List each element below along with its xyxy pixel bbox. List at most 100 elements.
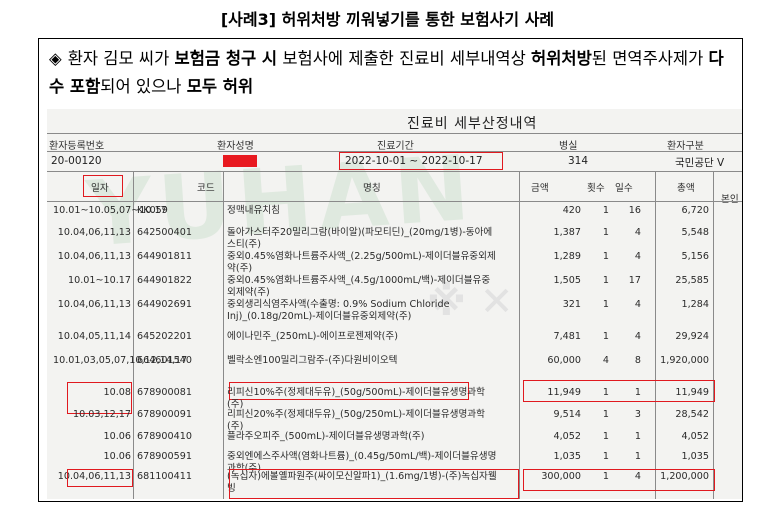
- desc-bold-2: 허위처방: [531, 49, 592, 68]
- reg-no-value: 20-00120: [51, 155, 102, 167]
- row-date: 10.01~10.05,07~10.17: [53, 205, 167, 216]
- patient-type-value: 국민공단 V: [675, 157, 725, 169]
- row-total: 6,720: [681, 205, 709, 216]
- redacted-name: [223, 155, 257, 167]
- row-code: 678900591: [137, 451, 192, 462]
- row-code: 645202201: [137, 331, 192, 342]
- row-count: 1: [602, 299, 609, 310]
- row-date: 10.01,03,05,07,10,12,14,17: [53, 355, 188, 366]
- desc-text-1: 환자 김모 씨가: [67, 49, 175, 68]
- row-days: 1: [634, 387, 641, 398]
- row-days: 3: [634, 409, 641, 420]
- fake-amount-highlight-2: [523, 469, 715, 491]
- row-name: 돌아가스터주20밀리그람(바이알)(파모티딘)_(20mg/1병)-동아에스티(…: [227, 227, 493, 250]
- row-count: 1: [602, 409, 609, 420]
- row-total: 5,548: [681, 227, 709, 238]
- row-code: 644901811: [137, 251, 192, 262]
- row-code: 678900410: [137, 431, 192, 442]
- row-count: 4: [602, 355, 609, 366]
- col-self-pay: 본인: [721, 194, 739, 205]
- col-total: 총액: [677, 183, 695, 194]
- row-days: 4: [634, 227, 641, 238]
- row-price: 60,000: [547, 355, 581, 366]
- row-name: 리피신20%주(정제대두유)_(50g/250mL)-제이더블유생명과학(주): [227, 409, 485, 432]
- row-price: 9,514: [553, 409, 581, 420]
- period-value: 2022-10-01 ~ 2022-10-17: [345, 155, 483, 167]
- row-code: 678900091: [137, 409, 192, 420]
- row-code: 664601540: [137, 355, 192, 366]
- row-days: 17: [628, 275, 641, 286]
- desc-text-4: 되어 있으나: [100, 77, 187, 96]
- row-count: 1: [602, 431, 609, 442]
- row-count: 1: [602, 331, 609, 342]
- row-total: 11,949: [675, 387, 709, 398]
- desc-text-2: 보험사에 제출한 진료비 세부내역상: [277, 49, 532, 68]
- row-price: 1,035: [553, 451, 581, 462]
- row-price: 321: [562, 299, 581, 310]
- row-date: 10.06: [103, 431, 131, 442]
- row-total: 29,924: [675, 331, 709, 342]
- col-code: 코드: [197, 183, 215, 194]
- row-date: 10.01~10.17: [68, 275, 131, 286]
- col-price: 금액: [531, 183, 549, 194]
- row-price: 1,505: [553, 275, 581, 286]
- row-total: 25,585: [675, 275, 709, 286]
- row-code: 678900081: [137, 387, 192, 398]
- row-name: 에이나민주_(250mL)-에이프로젠제약(주): [227, 331, 398, 342]
- row-price: 1,289: [553, 251, 581, 262]
- row-days: 4: [634, 299, 641, 310]
- desc-bold-1: 보험금 청구 시: [174, 49, 278, 68]
- scanned-statement: YUHAN ※ ✕ 진료비 세부산정내역 환자등록번호 환자성명 진료기간 병실…: [47, 109, 742, 499]
- row-date: 10.04,05,11,14: [57, 331, 131, 342]
- row-price: 4,052: [553, 431, 581, 442]
- desc-text-3: 된 면역주사제가: [591, 49, 709, 68]
- row-days: 4: [634, 251, 641, 262]
- col-days: 일수: [615, 183, 633, 194]
- row-total: 5,156: [681, 251, 709, 262]
- row-price: 420: [562, 205, 581, 216]
- row-count: 1: [602, 205, 609, 216]
- row-count: 1: [602, 251, 609, 262]
- header-reg-no: 환자등록번호: [49, 141, 105, 152]
- row-total: 1,920,000: [660, 355, 709, 366]
- row-code: 642500401: [137, 227, 192, 238]
- row-total: 1,035: [681, 451, 709, 462]
- row-name: 리피신10%주(정제대두유)_(50g/500mL)-제이더블유생명과학(주): [227, 387, 485, 410]
- fake-drug-highlight-2: [229, 469, 519, 499]
- row-name: 정맥내유치침: [227, 205, 280, 216]
- page-heading: [사례3] 허위처방 끼워넣기를 통한 보험사기 사례: [220, 10, 555, 29]
- row-date: 10.06: [103, 451, 131, 462]
- header-period: 진료기간: [377, 141, 414, 152]
- row-name: 중외생리식염주사액(수출명: 0.9% Sodium Chloride Inj)…: [227, 299, 450, 322]
- row-price: 1,387: [553, 227, 581, 238]
- col-date: 일자: [91, 183, 109, 194]
- row-price: 11,949: [547, 387, 581, 398]
- row-date: 10.04,06,11,13: [57, 299, 131, 310]
- row-code: 644902691: [137, 299, 192, 310]
- header-room: 병실: [559, 141, 578, 152]
- row-days: 4: [634, 331, 641, 342]
- row-days: 1: [634, 451, 641, 462]
- row-code: KK059: [137, 205, 168, 216]
- row-name: 벨락소엔100밀리그람주-(주)다원비이오텍: [227, 355, 398, 366]
- row-date: 10.03,12,17: [73, 409, 131, 420]
- desc-bold-4: 모두 허위: [186, 77, 254, 96]
- row-code: 644901822: [137, 275, 192, 286]
- row-total: 28,542: [675, 409, 709, 420]
- diamond-bullet-icon: ◈: [49, 49, 62, 68]
- row-days: 8: [634, 355, 641, 366]
- row-days: 1: [634, 431, 641, 442]
- row-name: 플라주오피주_(500mL)-제이더블유생명과학(주): [227, 431, 425, 442]
- row-code: 681100411: [137, 471, 192, 482]
- row-count: 1: [602, 451, 609, 462]
- row-date: 10.04,06,11,13: [57, 251, 131, 262]
- case-description: ◈ 환자 김모 씨가 보험금 청구 시 보험사에 제출한 진료비 세부내역상 허위…: [49, 45, 729, 101]
- row-name: 중외0.45%염화나트륨주사액_(4.5g/1000mL/백)-제이더블유중외제…: [227, 275, 491, 298]
- row-days: 16: [628, 205, 641, 216]
- case-frame: ◈ 환자 김모 씨가 보험금 청구 시 보험사에 제출한 진료비 세부내역상 허위…: [38, 38, 743, 502]
- row-name: 중외0.45%염화나트륨주사액_(2.25g/500mL)-제이더블유중외제약(…: [227, 251, 496, 274]
- row-date: 10.08: [103, 387, 131, 398]
- room-value: 314: [568, 155, 589, 167]
- col-count: 횟수: [587, 183, 605, 194]
- row-total: 4,052: [681, 431, 709, 442]
